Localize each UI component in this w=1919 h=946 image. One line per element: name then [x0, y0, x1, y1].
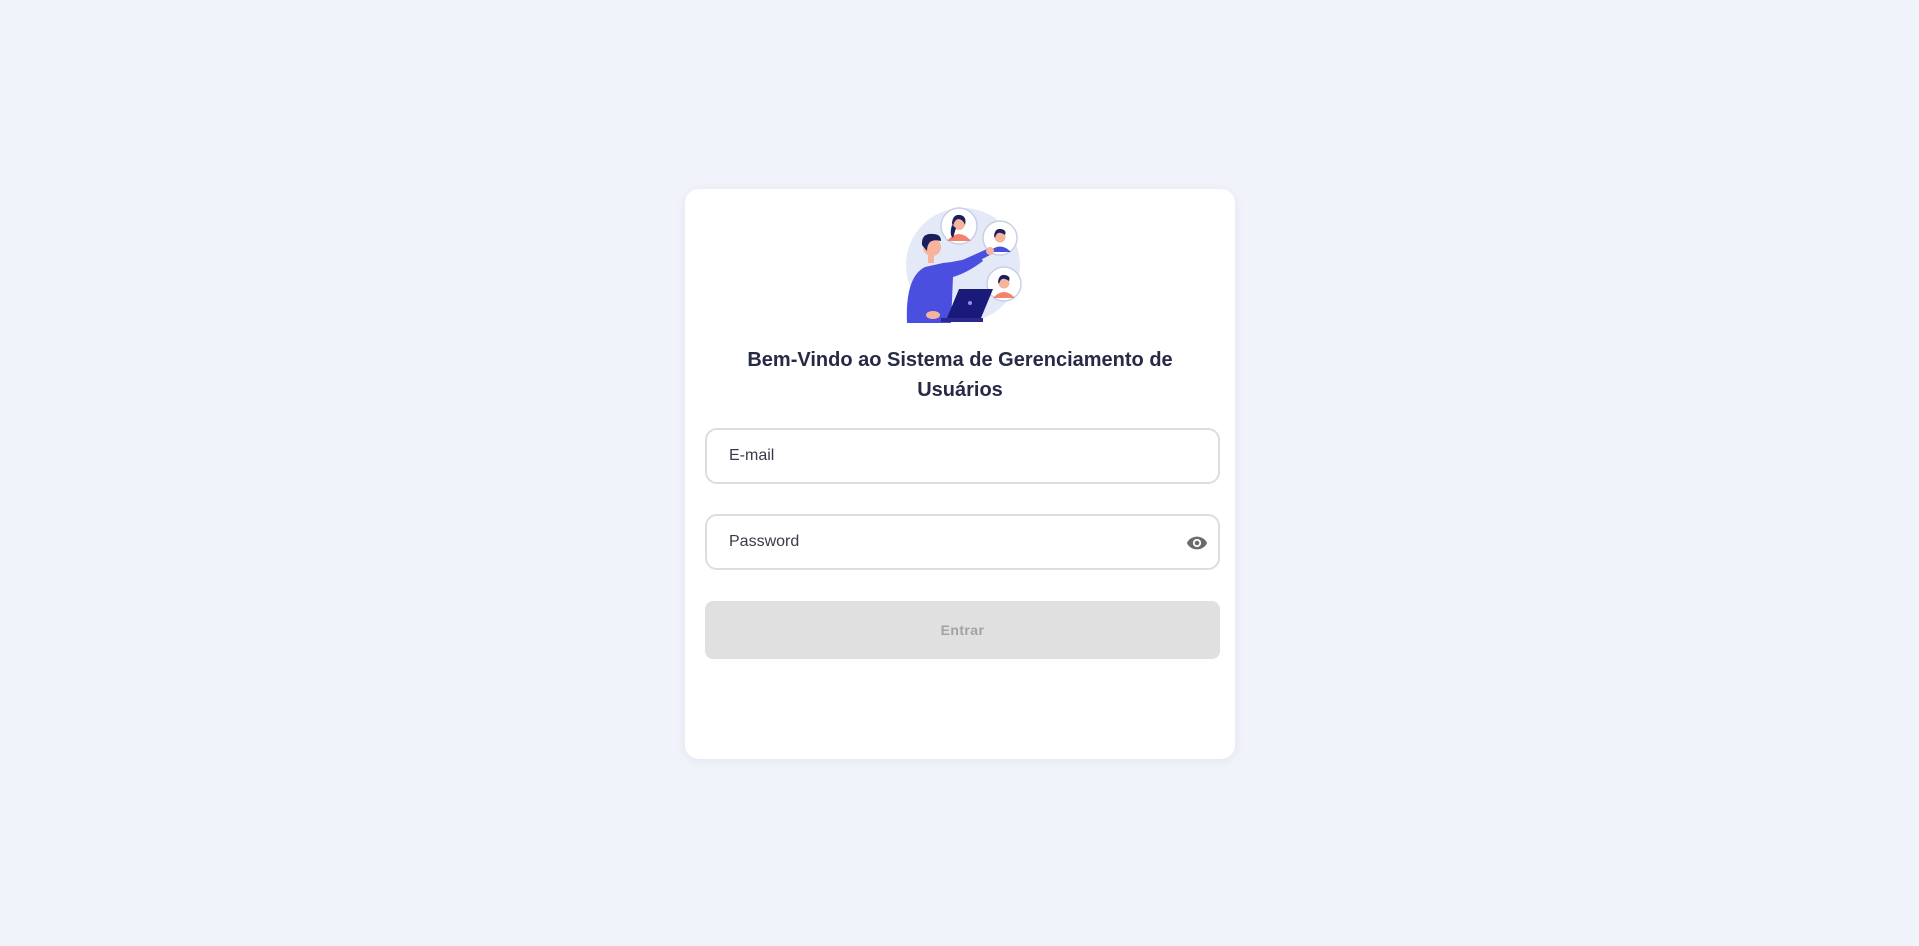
- email-field-wrapper: [705, 428, 1220, 484]
- password-field[interactable]: [707, 516, 1218, 568]
- password-field-wrapper: [705, 514, 1220, 570]
- team-management-illustration: [903, 205, 1023, 325]
- eye-icon[interactable]: [1184, 530, 1210, 556]
- submit-button[interactable]: Entrar: [705, 601, 1220, 659]
- email-field[interactable]: [707, 430, 1218, 482]
- login-card: Bem-Vindo ao Sistema de Gerenciamento de…: [685, 189, 1235, 759]
- page-title: Bem-Vindo ao Sistema de Gerenciamento de…: [747, 349, 1173, 401]
